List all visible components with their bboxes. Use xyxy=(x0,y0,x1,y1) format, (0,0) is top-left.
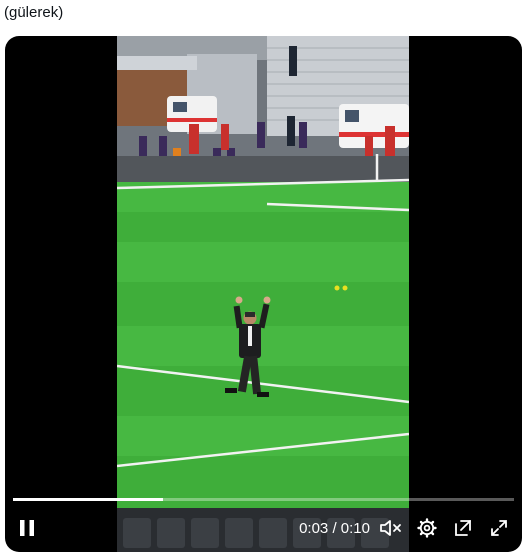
progress-fill xyxy=(13,498,164,501)
duration: 0:10 xyxy=(340,520,370,537)
mute-button[interactable] xyxy=(377,514,405,542)
time-display: 0:03 / 0:10 xyxy=(299,520,370,537)
video-scene xyxy=(117,36,409,552)
video-player[interactable]: 0:03 / 0:10 xyxy=(5,36,522,552)
progress-bar[interactable] xyxy=(13,498,514,501)
popout-button[interactable] xyxy=(449,514,477,542)
settings-button[interactable] xyxy=(413,514,441,542)
muted-speaker-icon xyxy=(380,520,401,536)
time-separator: / xyxy=(328,520,341,537)
pop-out-icon xyxy=(455,520,471,536)
current-time: 0:03 xyxy=(299,520,329,537)
pause-button[interactable] xyxy=(15,514,39,542)
gear-icon xyxy=(417,518,437,538)
fullscreen-icon xyxy=(491,520,507,536)
fullscreen-button[interactable] xyxy=(485,514,513,542)
pause-icon xyxy=(20,520,34,536)
player-controls: 0:03 / 0:10 xyxy=(5,506,522,552)
video-frame[interactable] xyxy=(117,36,409,552)
tweet-caption: (gülerek) xyxy=(4,4,64,21)
